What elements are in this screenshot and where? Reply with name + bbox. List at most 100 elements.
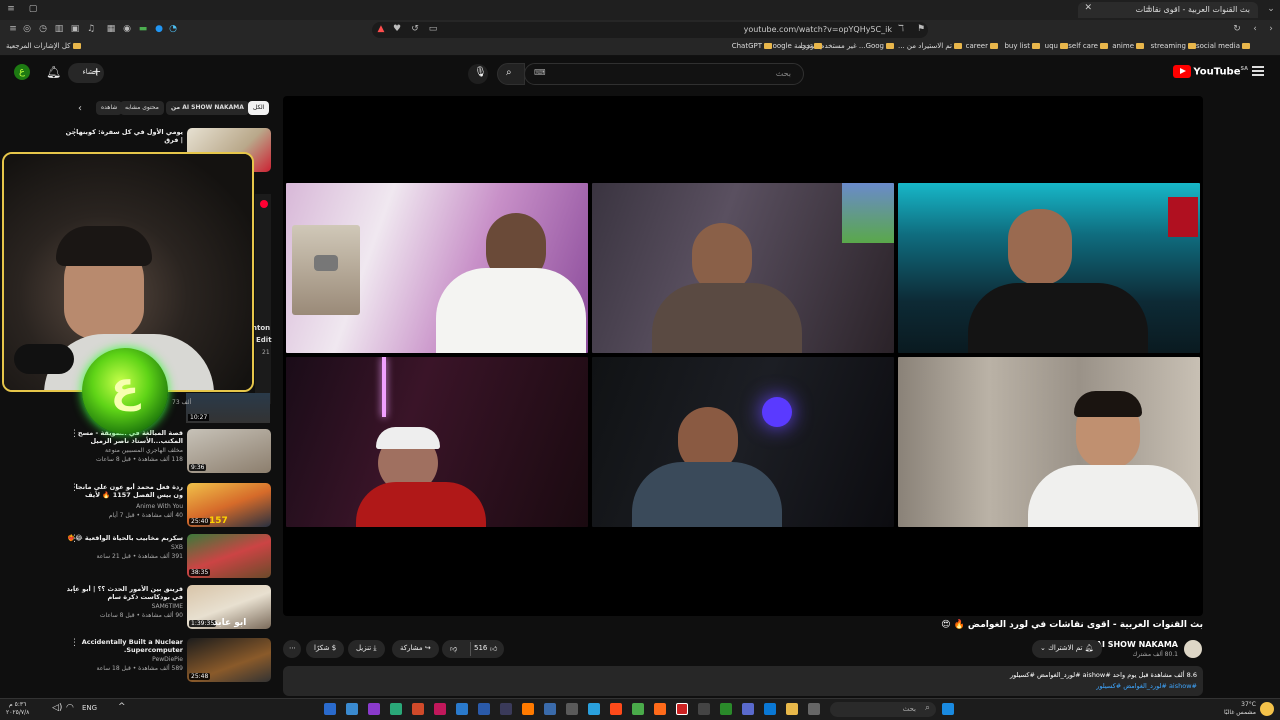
subscribe-button[interactable]: 🔔︎ تم الاشتراك ⌄ (1032, 640, 1102, 658)
video-thumbnail[interactable]: 1:39:35 ابو عابد (187, 585, 271, 629)
whatsapp-icon[interactable]: ◉ (122, 24, 132, 34)
extension-icon[interactable]: ▣ (70, 24, 80, 34)
chevron-down-icon[interactable]: ⌄ (1266, 4, 1276, 14)
list-item[interactable]: 9:36 قصة المبالغة في الطويقة - مسح المكت… (60, 429, 275, 477)
video-title[interactable]: سكربم مخابيب بالحياة الواقعية 😂❤️‍🔥 (65, 534, 183, 542)
bookmark-icon[interactable]: ⚑ (916, 24, 926, 34)
telegram-icon[interactable] (588, 703, 600, 715)
video-title[interactable]: Accidentally Built a Nuclear Supercomput… (65, 638, 183, 654)
app-icon[interactable] (434, 703, 446, 715)
active-app-icon[interactable] (676, 703, 688, 715)
wifi-icon[interactable]: ◠ (66, 703, 74, 713)
bookmark-item[interactable]: uqu (1045, 42, 1068, 50)
new-tab-icon[interactable]: + (1144, 4, 1154, 14)
bookmark-item[interactable]: تم الاستيراد من ... (898, 42, 962, 50)
keyboard-icon[interactable]: ⌨ (534, 68, 546, 77)
chip-all[interactable]: الكل (248, 101, 270, 115)
video-title[interactable]: قرينق بين الأمور الحدث ؟؟ | أبو عابد في … (65, 585, 183, 601)
more-actions-button[interactable]: ⋯ (283, 640, 301, 658)
share-button[interactable]: ↪ مشاركة (392, 640, 439, 658)
video-title[interactable]: ردة فعل محمد أبو عون على مانجا ون بيس ال… (65, 483, 183, 499)
back-icon[interactable]: ‹ (1250, 24, 1260, 34)
list-item[interactable]: 25:48 Accidentally Built a Nuclear Super… (60, 638, 275, 686)
app-icon[interactable] (808, 703, 820, 715)
brave-icon[interactable] (610, 703, 622, 715)
list-item[interactable]: 1:39:35 ابو عابد قرينق بين الأمور الحدث ؟… (60, 585, 275, 633)
description-box[interactable]: 8.6 ألف مشاهدة قبل يوم واحد #aishow #لور… (283, 666, 1203, 696)
folder-icon[interactable] (786, 703, 798, 715)
taskbar-search[interactable]: بحث ⌕ (830, 702, 936, 717)
avatar[interactable]: ع (14, 64, 30, 80)
music-icon[interactable]: ♫ (86, 24, 96, 34)
app-icon[interactable] (368, 703, 380, 715)
close-tab-icon[interactable]: ✕ (1084, 3, 1092, 13)
video-title[interactable]: يومي الأول في كل سفرة: كوبنهاجن | فرق (65, 128, 183, 144)
menu-icon[interactable]: ≡ (8, 24, 18, 34)
like-icon[interactable]: 👍︎ (490, 644, 497, 653)
channel-name[interactable]: SXB (65, 544, 183, 551)
channel-name[interactable]: AI SHOW NAKAMA (1096, 640, 1178, 649)
forward-icon[interactable]: › (1266, 24, 1276, 34)
video-thumbnail[interactable]: 25:40 157 (187, 483, 271, 527)
extension-icon-3[interactable]: ▬ (138, 24, 148, 34)
create-button[interactable]: + إنشاء (68, 63, 104, 83)
shield-icon[interactable]: ◎ (22, 24, 32, 34)
weather-widget[interactable]: 37°C مشمس غالبًا (1224, 701, 1256, 717)
video-thumbnail[interactable]: 10:27 (186, 393, 270, 423)
chip-similar[interactable]: محتوى مشابه (120, 101, 164, 115)
firefox-icon[interactable] (654, 703, 666, 715)
chevron-up-icon[interactable]: ^ (118, 702, 126, 712)
bookmark-item[interactable]: ChatGPT (732, 42, 772, 50)
video-thumbnail[interactable]: 38:35 (187, 534, 271, 578)
chip-from-channel[interactable]: من AI SHOW NAKAMA (166, 101, 249, 115)
bell-icon[interactable]: 🔔︎ (46, 65, 61, 79)
bookmark-item[interactable]: career (966, 42, 998, 50)
reload-icon[interactable]: ↻ (1232, 24, 1242, 34)
sync-icon[interactable]: ↺ (410, 24, 420, 34)
app-icon[interactable] (698, 703, 710, 715)
youtube-logo[interactable]: YouTubeSA (1173, 65, 1248, 79)
screen-icon[interactable]: ▭ (428, 24, 438, 34)
more-options-icon[interactable]: ⋮ (70, 638, 79, 648)
channel-name[interactable]: Anime With You (65, 503, 183, 510)
search-button[interactable]: ⌕ (497, 63, 525, 85)
search-input[interactable]: بحث (524, 63, 804, 85)
channel-name[interactable]: PewDiePie (65, 656, 183, 663)
language-indicator[interactable]: ENG (82, 704, 97, 712)
vscode-icon[interactable] (478, 703, 490, 715)
chip-watched[interactable]: شاهده (96, 101, 123, 115)
more-options-icon[interactable]: ⋮ (70, 534, 79, 544)
url-input[interactable]: youtube.com/watch?v=opYQHy5C_ik (372, 22, 928, 38)
bookmark-item[interactable]: self care (1068, 42, 1108, 50)
windows-start-icon[interactable] (942, 703, 954, 715)
list-item[interactable]: 25:40 157 ردة فعل محمد أبو عون على مانجا … (60, 483, 275, 531)
list-item[interactable]: 38:35 سكربم مخابيب بالحياة الواقعية 😂❤️‍… (60, 534, 275, 582)
more-options-icon[interactable]: ⋮ (70, 128, 79, 138)
bookmark-all[interactable]: كل الإشارات المرجعية (6, 42, 81, 50)
app-icon[interactable] (456, 703, 468, 715)
brave-shield-icon[interactable]: ▲ (376, 24, 386, 34)
menu-icon[interactable]: ≡ (6, 4, 16, 14)
channel-name[interactable]: مخلف الهاجري المسببين منوعة (65, 447, 183, 454)
bookmark-item[interactable]: buy list (1004, 42, 1040, 50)
more-options-icon[interactable]: ⋮ (70, 429, 79, 439)
chevron-left-icon[interactable]: ‹ (78, 103, 82, 114)
hashtags[interactable]: #aishow #لورد_الغوامض #كسيلور (1096, 682, 1197, 690)
app-icon[interactable] (346, 703, 358, 715)
video-thumbnail[interactable]: 9:36 (187, 429, 271, 473)
window-icon[interactable]: ▢ (28, 4, 38, 14)
bookmark-item[interactable]: streaming (1151, 42, 1196, 50)
extension-icon-2[interactable]: ▦ (106, 24, 116, 34)
thanks-button[interactable]: $ شكرًا (306, 640, 345, 658)
channel-name[interactable]: SAM6TIME (65, 603, 183, 610)
translate-icon[interactable]: ℸ (896, 24, 906, 34)
like-count[interactable]: 516 (474, 644, 487, 652)
app-icon[interactable] (324, 703, 336, 715)
bookmark-item[interactable]: social media (1196, 42, 1250, 50)
audio-icon[interactable]: ◔ (168, 24, 178, 34)
illustrator-icon[interactable] (522, 703, 534, 715)
app-icon[interactable] (500, 703, 512, 715)
download-button[interactable]: ⤓ تنزيل (348, 640, 385, 658)
github-icon[interactable] (566, 703, 578, 715)
app-icon[interactable] (412, 703, 424, 715)
